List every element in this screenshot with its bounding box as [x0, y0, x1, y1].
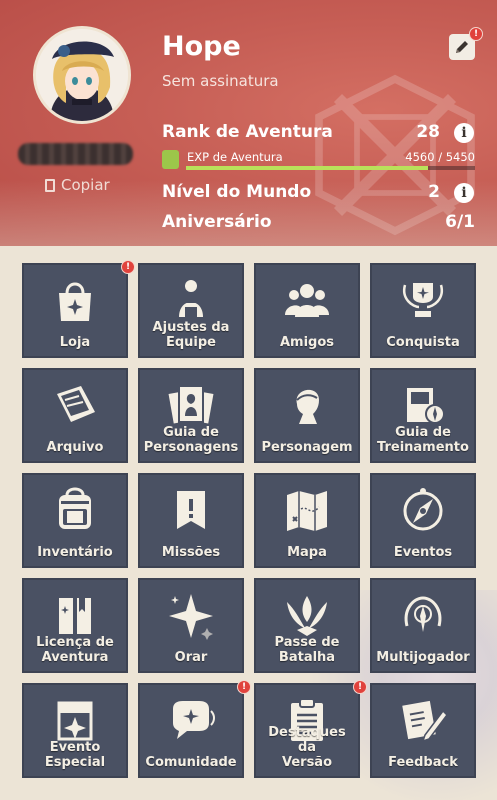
- menu-tile-label: Destaques da Versão: [268, 725, 346, 770]
- wish-star-icon: [169, 594, 213, 640]
- world-level-info-icon[interactable]: i: [454, 183, 474, 203]
- backpack-icon: [59, 487, 91, 529]
- menu-tile-label: Ajustes da Equipe: [152, 320, 230, 350]
- edit-notification-badge: !: [469, 27, 483, 41]
- exp-icon: [162, 150, 179, 169]
- player-name: Hope: [162, 31, 241, 62]
- menu-tile-label: Inventário: [37, 545, 113, 560]
- shopping-bag-icon: [59, 282, 91, 321]
- menu-tile-chat-bubble[interactable]: Comunidade!: [138, 680, 251, 778]
- feedback-pencil-icon: [402, 700, 448, 743]
- adventure-rank-value: 28: [416, 122, 440, 142]
- menu-tile-label: Missões: [161, 545, 221, 560]
- menu-tile-label: Licença de Aventura: [36, 635, 114, 665]
- menu-tile-label: Guia de Treinamento: [377, 425, 469, 455]
- chat-bubble-icon: [173, 701, 215, 739]
- menu-tile-friends[interactable]: Amigos: [254, 263, 360, 358]
- copy-label: Copiar: [61, 176, 110, 194]
- copy-icon: [45, 178, 55, 192]
- adventure-rank-label: Rank de Aventura: [162, 122, 333, 142]
- trophy-icon: [402, 283, 444, 317]
- friends-icon: [285, 284, 329, 317]
- menu-tile-label: Mapa: [287, 545, 327, 560]
- menu-tile-character-silhouette[interactable]: Personagem: [254, 368, 360, 463]
- menu-tile-quest-banner[interactable]: Missões: [138, 473, 244, 568]
- menu-tile-label: Evento Especial: [44, 740, 106, 770]
- menu-tile-special-event[interactable]: Evento Especial: [22, 683, 128, 778]
- menu-tile-label: Eventos: [393, 545, 453, 560]
- uid-redacted: [18, 143, 133, 165]
- menu-tile-label: Conquista: [386, 335, 460, 350]
- menu-tile-trophy[interactable]: Conquista: [370, 263, 476, 358]
- menu-tile-label: Loja: [59, 335, 91, 350]
- pencil-icon: [456, 41, 468, 53]
- birthday-label: Aniversário: [162, 212, 272, 232]
- menu-tile-archive-book[interactable]: Arquivo: [22, 368, 128, 463]
- menu-tile-compass[interactable]: Eventos: [370, 473, 476, 568]
- menu-tile-shopping-bag[interactable]: Loja!: [22, 260, 135, 358]
- copy-uid-button[interactable]: Copiar: [45, 176, 110, 194]
- menu-tile-label: Amigos: [279, 335, 335, 350]
- exp-progress-fill: [186, 166, 428, 170]
- menu-tile-feedback-pencil[interactable]: Feedback: [370, 683, 476, 778]
- quest-banner-icon: [177, 491, 205, 529]
- menu-tile-label: Personagem: [261, 440, 353, 455]
- menu-tile-co-op[interactable]: Multijogador: [370, 578, 476, 673]
- exp-label: EXP de Aventura: [187, 150, 283, 164]
- menu-tile-label: Guia de Personagens: [143, 425, 239, 455]
- map-icon: [287, 491, 327, 531]
- avatar[interactable]: [33, 26, 131, 124]
- menu-tile-label: Arquivo: [46, 440, 104, 455]
- world-level-value: 2: [428, 182, 440, 202]
- world-level-label: Nível do Mundo: [162, 182, 312, 202]
- menu-tile-label: Orar: [174, 650, 208, 665]
- menu-tile-label: Feedback: [388, 755, 458, 770]
- menu-tile-character-cards[interactable]: Guia de Personagens: [138, 368, 244, 463]
- menu-tile-training-guide[interactable]: Guia de Treinamento: [370, 368, 476, 463]
- exp-progress-bar: [186, 166, 475, 170]
- birthday-value: 6/1: [445, 212, 475, 232]
- menu-tile-clipboard[interactable]: Destaques da Versão!: [254, 680, 367, 778]
- notification-badge: !: [237, 680, 251, 694]
- signature: Sem assinatura: [162, 72, 279, 90]
- avatar-portrait-icon: [36, 29, 128, 121]
- menu-tile-license-book[interactable]: Licença de Aventura: [22, 578, 128, 673]
- menu-tile-label: Multijogador: [376, 650, 470, 665]
- menu-tile-backpack[interactable]: Inventário: [22, 473, 128, 568]
- notification-badge: !: [121, 260, 135, 274]
- exp-value: 4560 / 5450: [405, 150, 475, 164]
- menu-tile-party-setup[interactable]: Ajustes da Equipe: [138, 263, 244, 358]
- menu-tile-label: Comunidade: [145, 755, 237, 770]
- profile-header: Copiar Hope Sem assinatura ! Rank de Ave…: [0, 0, 497, 246]
- notification-badge: !: [353, 680, 367, 694]
- adventure-rank-info-icon[interactable]: i: [454, 123, 474, 143]
- menu-tile-map[interactable]: Mapa: [254, 473, 360, 568]
- archive-book-icon: [57, 386, 95, 422]
- co-op-icon: [404, 596, 442, 632]
- compass-icon: [403, 488, 443, 531]
- menu-tile-wish-star[interactable]: Orar: [138, 578, 244, 673]
- character-silhouette-icon: [296, 389, 319, 424]
- menu-grid: Loja! Ajustes da Equipe Amigos Conquista Arq…: [22, 260, 476, 779]
- menu-tile-label: Passe de Batalha: [274, 635, 340, 665]
- menu-tile-battle-pass[interactable]: Passe de Batalha: [254, 578, 360, 673]
